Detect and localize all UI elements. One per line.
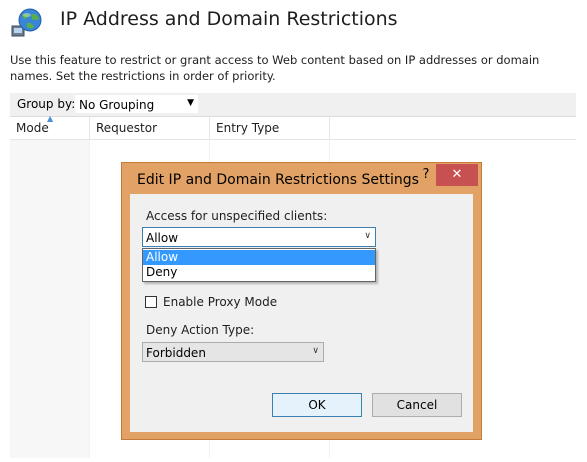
cancel-button[interactable]: Cancel (372, 393, 462, 417)
table-header: Mode ▲ Requestor Entry Type (10, 114, 576, 140)
column-gridline (89, 140, 90, 458)
proxy-mode-checkbox[interactable] (145, 296, 157, 308)
access-label: Access for unspecified clients: (146, 209, 328, 223)
chevron-down-icon: ∨ (312, 346, 319, 356)
proxy-mode-label[interactable]: Enable Proxy Mode (163, 295, 277, 309)
option-deny-label: Deny (146, 265, 178, 279)
close-button[interactable]: ✕ (436, 164, 478, 186)
column-divider[interactable] (329, 117, 330, 139)
option-allow-label: Allow (146, 250, 179, 264)
globe-network-icon (11, 8, 42, 37)
ok-button[interactable]: OK (272, 393, 362, 417)
deny-action-label: Deny Action Type: (146, 323, 255, 337)
dialog-title: Edit IP and Domain Restrictions Settings (137, 172, 419, 188)
column-header-mode[interactable]: Mode (16, 121, 49, 135)
group-by-toolbar: Group by: No Grouping ▼ (10, 93, 576, 117)
access-select[interactable]: Allow ∨ (142, 227, 376, 247)
group-by-label: Group by: (17, 97, 76, 111)
deny-action-value: Forbidden (146, 346, 206, 360)
option-deny[interactable]: Deny (143, 265, 375, 280)
page-title: IP Address and Domain Restrictions (60, 8, 398, 30)
group-by-select[interactable]: No Grouping ▼ (74, 94, 199, 114)
column-header-requestor[interactable]: Requestor (96, 121, 157, 135)
column-divider[interactable] (89, 117, 90, 139)
close-icon: ✕ (451, 167, 463, 182)
column-header-entry-type[interactable]: Entry Type (216, 121, 279, 135)
page-description: Use this feature to restrict or grant ac… (10, 53, 540, 83)
help-button[interactable]: ? (419, 166, 433, 184)
access-value: Allow (146, 231, 179, 245)
option-allow[interactable]: Allow (143, 250, 375, 265)
chevron-down-icon: ∨ (364, 231, 371, 241)
access-options-list[interactable]: Allow Deny (142, 248, 376, 282)
chevron-down-icon: ▼ (187, 98, 194, 108)
sort-ascending-icon: ▲ (47, 114, 54, 123)
deny-action-select[interactable]: Forbidden ∨ (142, 342, 324, 362)
column-divider[interactable] (209, 117, 210, 139)
group-by-value: No Grouping (79, 98, 155, 112)
sorted-column-shade (10, 140, 90, 458)
